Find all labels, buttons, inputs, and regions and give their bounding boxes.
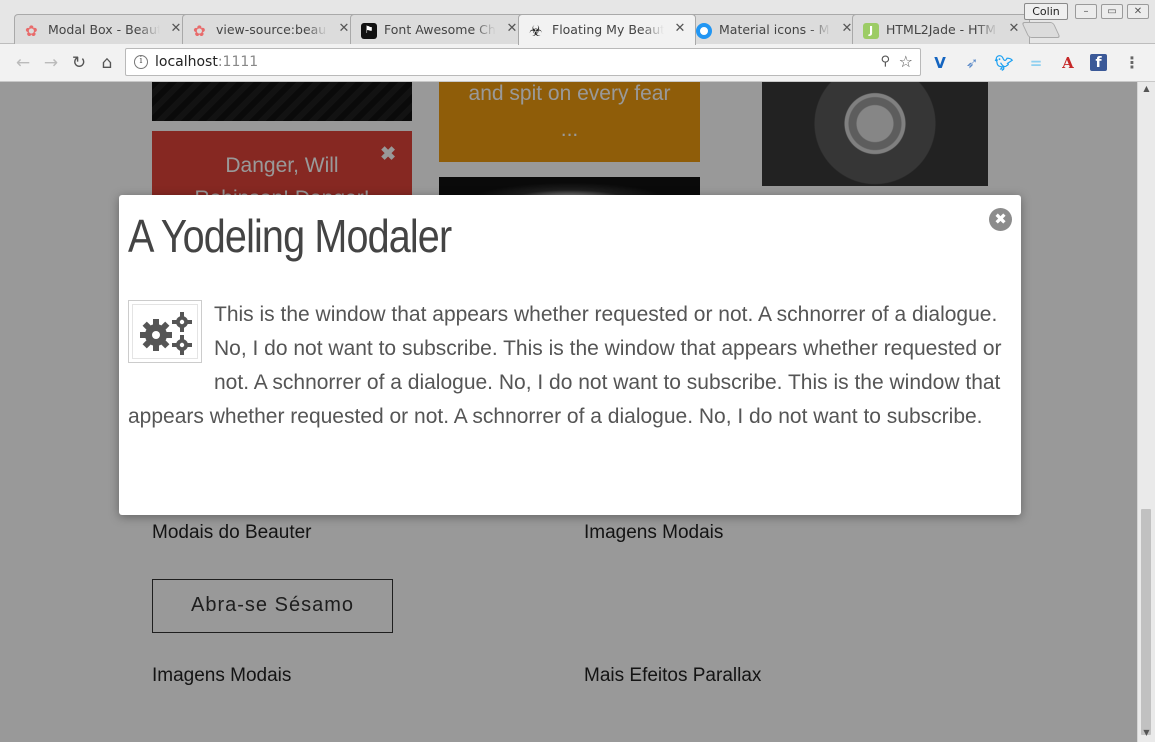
twitter-icon[interactable]: 🐦︎ bbox=[994, 53, 1014, 73]
tab-floating-my-beauter[interactable]: ☣ Floating My Beaut ✕ bbox=[518, 14, 696, 45]
acrobat-icon[interactable]: A bbox=[1058, 53, 1078, 73]
modal-body: This is the window that appears whether … bbox=[128, 298, 1008, 434]
url-text: localhost:1111 bbox=[155, 54, 258, 70]
forward-arrow-icon[interactable]: → bbox=[40, 52, 62, 74]
page-scrollbar[interactable]: ▲ ▼ bbox=[1137, 82, 1155, 742]
flower-favicon-icon: ✿ bbox=[25, 22, 38, 40]
maximize-icon[interactable]: ▭ bbox=[1101, 4, 1123, 19]
info-icon[interactable]: i bbox=[134, 55, 148, 69]
gears-icon bbox=[128, 300, 202, 363]
scrollbar-thumb[interactable] bbox=[1141, 509, 1151, 735]
tab-close-icon[interactable]: ✕ bbox=[505, 21, 519, 37]
minimize-icon[interactable]: – bbox=[1075, 4, 1097, 19]
modal-dialog: ✖ A Yodeling Modaler This is the window … bbox=[119, 195, 1021, 515]
browser-toolbar: ← → ↻ ⌂ i localhost:1111 ⚲ ☆ V ➶ 🐦︎ = A … bbox=[0, 44, 1155, 82]
flag-favicon-icon: ⚑ bbox=[361, 23, 377, 39]
facebook-icon[interactable]: f bbox=[1090, 54, 1107, 71]
extension-v-icon[interactable]: V bbox=[930, 53, 950, 73]
tab-title: HTML2Jade - HTM bbox=[886, 22, 998, 37]
tab-material-icons[interactable]: Material icons - M ✕ bbox=[685, 14, 863, 45]
j-favicon-icon: J bbox=[863, 23, 879, 39]
modal-title: A Yodeling Modaler bbox=[128, 210, 452, 262]
modal-body-text: This is the window that appears whether … bbox=[128, 303, 1002, 428]
tab-close-icon[interactable]: ✕ bbox=[169, 21, 183, 37]
scroll-down-arrow-icon[interactable]: ▼ bbox=[1141, 728, 1152, 738]
window-close-icon[interactable]: ✕ bbox=[1127, 4, 1149, 19]
circle-favicon-icon bbox=[696, 23, 712, 39]
address-bar[interactable]: i localhost:1111 ⚲ ☆ bbox=[125, 48, 921, 76]
tab-title: Material icons - M bbox=[719, 22, 831, 37]
tab-strip: ✿ Modal Box - Beaut ✕ ✿ view-source:beau… bbox=[0, 0, 1155, 45]
tab-title: Font Awesome Ch bbox=[384, 22, 496, 37]
back-arrow-icon[interactable]: ← bbox=[12, 52, 34, 74]
url-port: :1111 bbox=[217, 54, 259, 70]
new-tab-button[interactable] bbox=[1021, 22, 1061, 38]
reload-icon[interactable]: ↻ bbox=[68, 52, 90, 74]
browser-chrome: ✿ Modal Box - Beaut ✕ ✿ view-source:beau… bbox=[0, 0, 1155, 82]
bookmark-star-icon[interactable]: ☆ bbox=[899, 52, 913, 71]
tab-close-icon[interactable]: ✕ bbox=[673, 21, 687, 37]
tab-close-icon[interactable]: ✕ bbox=[337, 21, 351, 37]
modal-close-icon[interactable]: ✖ bbox=[989, 208, 1012, 231]
biohazard-favicon-icon: ☣ bbox=[529, 22, 543, 40]
scroll-up-arrow-icon[interactable]: ▲ bbox=[1141, 84, 1152, 94]
tab-modal-box[interactable]: ✿ Modal Box - Beaut ✕ bbox=[14, 14, 192, 45]
flower-favicon-icon: ✿ bbox=[193, 22, 206, 40]
tab-view-source[interactable]: ✿ view-source:beau ✕ bbox=[182, 14, 360, 45]
tab-title: view-source:beau bbox=[216, 22, 328, 37]
profile-button[interactable]: Colin bbox=[1024, 3, 1068, 20]
menu-kebab-icon[interactable]: ⋮ bbox=[1122, 53, 1142, 73]
tab-font-awesome[interactable]: ⚑ Font Awesome Ch ✕ bbox=[350, 14, 528, 45]
url-host: localhost bbox=[155, 54, 218, 70]
home-icon[interactable]: ⌂ bbox=[96, 52, 118, 74]
tab-html2jade[interactable]: J HTML2Jade - HTM ✕ bbox=[852, 14, 1030, 45]
tab-close-icon[interactable]: ✕ bbox=[1007, 21, 1021, 37]
tab-title: Floating My Beaut bbox=[552, 22, 664, 37]
extension-equals-icon[interactable]: = bbox=[1026, 53, 1046, 73]
page-viewport: Danger, Will Robinson! Danger! ✖ and spi… bbox=[0, 82, 1137, 742]
extension-bird-icon[interactable]: ➶ bbox=[962, 53, 982, 73]
tab-title: Modal Box - Beaut bbox=[48, 22, 160, 37]
zoom-icon[interactable]: ⚲ bbox=[880, 54, 890, 69]
